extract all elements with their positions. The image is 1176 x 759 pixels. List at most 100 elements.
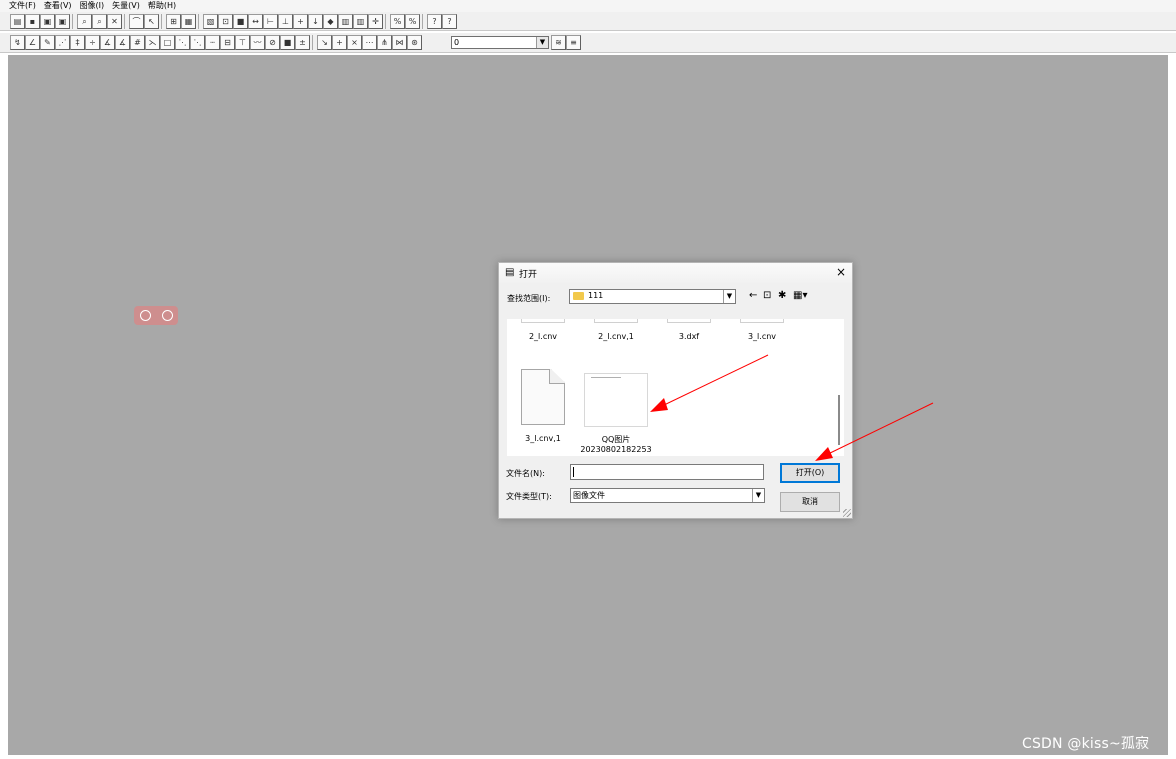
file-item-name-line2[interactable]: 20230802182253: [578, 445, 654, 454]
file-list-scrollbar[interactable]: [834, 319, 844, 456]
join-icon[interactable]: ⊤: [235, 35, 250, 50]
align-left-icon[interactable]: ⊢: [263, 14, 278, 29]
node-delete-icon[interactable]: ×: [347, 35, 362, 50]
block-icon[interactable]: ■: [233, 14, 248, 29]
hatch-icon[interactable]: #: [130, 35, 145, 50]
up-folder-icon[interactable]: ⊡: [763, 290, 771, 302]
file-item-name[interactable]: 3_l.cnv,1: [517, 434, 569, 443]
look-in-value: 111: [588, 291, 604, 300]
select-pointer-icon[interactable]: ↖: [144, 14, 159, 29]
help-icon[interactable]: ?: [427, 14, 442, 29]
extend-icon[interactable]: ⋱: [190, 35, 205, 50]
menu-vector[interactable]: 矢量(V): [108, 0, 144, 12]
align-icon[interactable]: ⊥: [278, 14, 293, 29]
trim-icon[interactable]: ⋋: [145, 35, 160, 50]
measure-icon[interactable]: ↔: [248, 14, 263, 29]
zoom-in-icon[interactable]: ⌕: [77, 14, 92, 29]
file-item-name[interactable]: 3.dxf: [667, 332, 711, 341]
fit-icon[interactable]: ⊞: [166, 14, 181, 29]
node-add-icon[interactable]: +: [332, 35, 347, 50]
menu-image[interactable]: 图像(I): [76, 0, 109, 12]
split-icon[interactable]: ÷: [85, 35, 100, 50]
chevron-down-icon[interactable]: ▼: [723, 290, 735, 303]
search-icon[interactable]: [161, 310, 173, 321]
back-arrow-icon[interactable]: ←: [749, 290, 757, 302]
node-break-icon[interactable]: ⋔: [377, 35, 392, 50]
close-icon[interactable]: ×: [834, 265, 848, 279]
percent-box-icon[interactable]: %: [405, 14, 420, 29]
file-item-name[interactable]: 3_l.cnv: [738, 332, 786, 341]
add-point-icon[interactable]: +: [293, 14, 308, 29]
smooth-icon[interactable]: 〰: [250, 35, 265, 50]
layer-manage-icon[interactable]: ≡: [566, 35, 581, 50]
file-list[interactable]: 2_l.cnv 2_l.cnv,1 3.dxf 3_l.cnv 3_l.cnv,…: [507, 319, 834, 456]
rectangle-icon[interactable]: □: [160, 35, 175, 50]
edit-vector-icon[interactable]: ✎: [40, 35, 55, 50]
cross-icon[interactable]: ✛: [368, 14, 383, 29]
menu-file[interactable]: 文件(F): [0, 0, 40, 12]
image-thumbnail[interactable]: [584, 373, 648, 427]
cancel-button[interactable]: 取消: [780, 492, 840, 512]
angle-icon[interactable]: ∡: [100, 35, 115, 50]
look-in-label: 查找范围(I):: [507, 294, 551, 303]
scrollbar-thumb[interactable]: [838, 395, 840, 445]
fill-icon[interactable]: ■: [280, 35, 295, 50]
file-item-name[interactable]: 2_l.cnv,1: [591, 332, 641, 341]
floating-ai-widget[interactable]: [134, 306, 178, 325]
dialog-titlebar[interactable]: ▤ 打开 ×: [499, 263, 852, 283]
break-icon[interactable]: ⊟: [220, 35, 235, 50]
offset-icon[interactable]: ⋱: [175, 35, 190, 50]
text-caret: [573, 467, 574, 477]
dashed-line-icon[interactable]: ┄: [205, 35, 220, 50]
resize-grip[interactable]: [843, 509, 851, 517]
layer-combobox[interactable]: 0 ▼: [451, 36, 549, 49]
menu-help[interactable]: 帮助(H): [144, 0, 180, 12]
zoom-window-icon[interactable]: ✕: [107, 14, 122, 29]
main-toolbar: ▤ ▪ ▣ ▣ ⌕ ⌕ ✕ ⌒ ↖ ⊞ ▦ ▧ ⊡ ■ ↔ ⊢ ⊥ + ↓ ◆ …: [0, 12, 1176, 31]
node-move-icon[interactable]: ↘: [317, 35, 332, 50]
text-vertical-icon[interactable]: ±: [295, 35, 310, 50]
rotate-icon[interactable]: ⌒: [129, 14, 144, 29]
layer-icon[interactable]: ▧: [203, 14, 218, 29]
pattern-icon[interactable]: ▥: [353, 14, 368, 29]
document-icon[interactable]: [521, 369, 565, 425]
folder-icon: [573, 292, 584, 300]
ai-icon[interactable]: [139, 310, 151, 321]
polyline-icon[interactable]: ∠: [25, 35, 40, 50]
toolbar-separator: [422, 14, 425, 29]
percent-icon[interactable]: %: [390, 14, 405, 29]
contour-icon[interactable]: ⊘: [265, 35, 280, 50]
new-folder-icon[interactable]: ✱: [778, 290, 786, 302]
vertical-icon[interactable]: ‡: [70, 35, 85, 50]
save-icon[interactable]: ▪: [25, 14, 40, 29]
node-snap-icon[interactable]: ⋯: [362, 35, 377, 50]
chevron-down-icon[interactable]: ▼: [536, 37, 548, 48]
file-icon-stub: [740, 319, 784, 323]
filetype-combobox[interactable]: 图像文件 ▼: [570, 488, 765, 503]
export-icon[interactable]: ▣: [55, 14, 70, 29]
vector-tool-icon[interactable]: ↯: [10, 35, 25, 50]
context-help-icon[interactable]: ?: [442, 14, 457, 29]
angle-2-icon[interactable]: ∡: [115, 35, 130, 50]
view-menu-icon[interactable]: ▦▾: [793, 290, 807, 302]
layer-set-icon[interactable]: ⊛: [407, 35, 422, 50]
zoom-out-icon[interactable]: ⌕: [92, 14, 107, 29]
grid-icon[interactable]: ⊡: [218, 14, 233, 29]
file-item-name[interactable]: 2_l.cnv: [521, 332, 565, 341]
look-in-combobox[interactable]: 111 ▼: [569, 289, 736, 304]
toolbar-separator: [161, 14, 164, 29]
layer-props-icon[interactable]: ≋: [551, 35, 566, 50]
chevron-down-icon[interactable]: ▼: [752, 489, 764, 502]
snap-icon[interactable]: ⋰: [55, 35, 70, 50]
node-icon[interactable]: ◆: [323, 14, 338, 29]
menu-view[interactable]: 查看(V): [40, 0, 76, 12]
filename-input[interactable]: [570, 464, 764, 480]
open-file-icon[interactable]: ▤: [10, 14, 25, 29]
arrow-down-icon[interactable]: ↓: [308, 14, 323, 29]
file-item-name[interactable]: QQ图片: [578, 434, 654, 445]
image-icon[interactable]: ▦: [181, 14, 196, 29]
open-button[interactable]: 打开(O): [780, 463, 840, 483]
import-icon[interactable]: ▣: [40, 14, 55, 29]
node-join-icon[interactable]: ⋈: [392, 35, 407, 50]
table-icon[interactable]: ▥: [338, 14, 353, 29]
